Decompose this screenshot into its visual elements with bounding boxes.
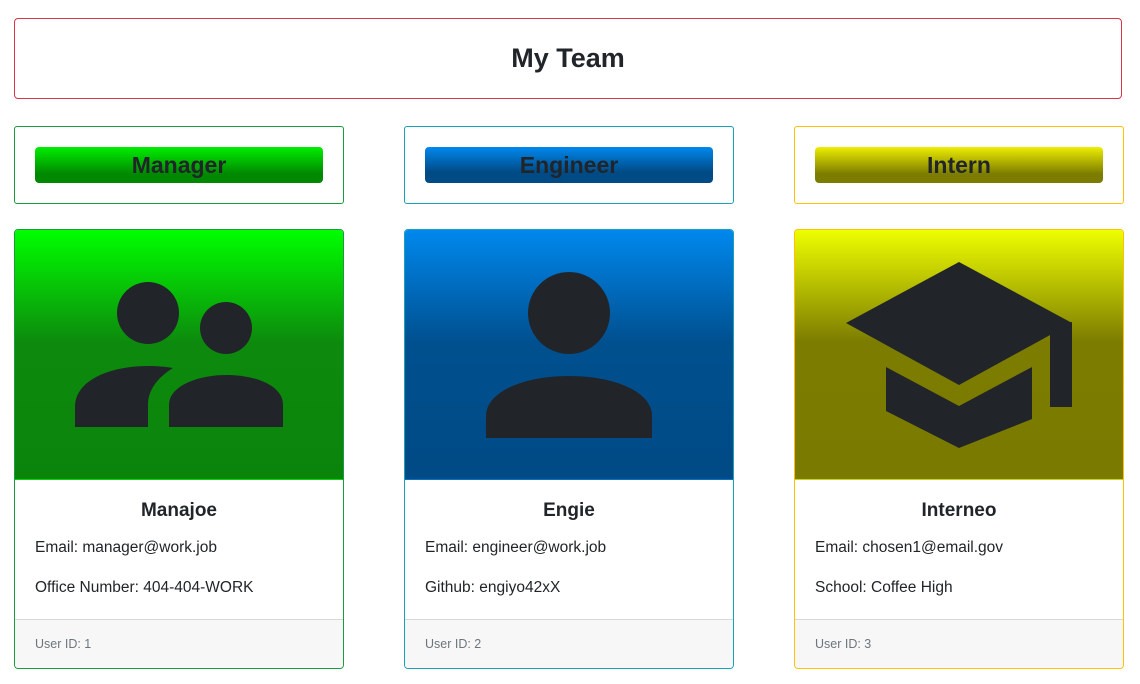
manager-email: Email: manager@work.job xyxy=(35,539,217,556)
engineer-user-id: User ID: 2 xyxy=(425,637,482,651)
intern-name: Interneo xyxy=(921,500,997,521)
intern-email: Email: chosen1@email.gov xyxy=(815,539,1004,556)
graduation-cap-icon xyxy=(846,262,1072,448)
engineer-card-footer: User ID: 2 xyxy=(405,619,733,668)
manager-card-image xyxy=(15,230,343,480)
manager-card-footer: User ID: 1 xyxy=(15,619,343,668)
manager-card: Manajoe Email: manager@work.job Office N… xyxy=(14,229,344,669)
engineer-github: Github: engiyo42xX xyxy=(425,579,561,596)
person-icon xyxy=(486,272,652,438)
intern-role-button[interactable]: Intern xyxy=(815,147,1103,183)
intern-school: School: Coffee High xyxy=(815,579,953,596)
manager-role-button[interactable]: Manager xyxy=(35,147,323,183)
engineer-role-button[interactable]: Engineer xyxy=(425,147,713,183)
engineer-role-panel: Engineer xyxy=(404,126,734,204)
intern-card-image xyxy=(795,230,1123,480)
engineer-card-image xyxy=(405,230,733,480)
people-icon xyxy=(75,282,283,427)
engineer-card: Engie Email: engineer@work.job Github: e… xyxy=(404,229,734,669)
intern-card: Interneo Email: chosen1@email.gov School… xyxy=(794,229,1124,669)
manager-name: Manajoe xyxy=(140,500,218,521)
header-panel: My Team xyxy=(14,18,1122,99)
page-title: My Team xyxy=(511,43,625,73)
engineer-email: Email: engineer@work.job xyxy=(425,539,607,556)
engineer-name: Engie xyxy=(543,500,595,521)
intern-card-footer: User ID: 3 xyxy=(795,619,1123,668)
page: My Team Manager Engineer Intern Manajoe … xyxy=(0,0,1140,684)
manager-role-panel: Manager xyxy=(14,126,344,204)
intern-role-panel: Intern xyxy=(794,126,1124,204)
manager-office-number: Office Number: 404-404-WORK xyxy=(35,579,254,596)
manager-user-id: User ID: 1 xyxy=(35,637,92,651)
intern-user-id: User ID: 3 xyxy=(815,637,872,651)
